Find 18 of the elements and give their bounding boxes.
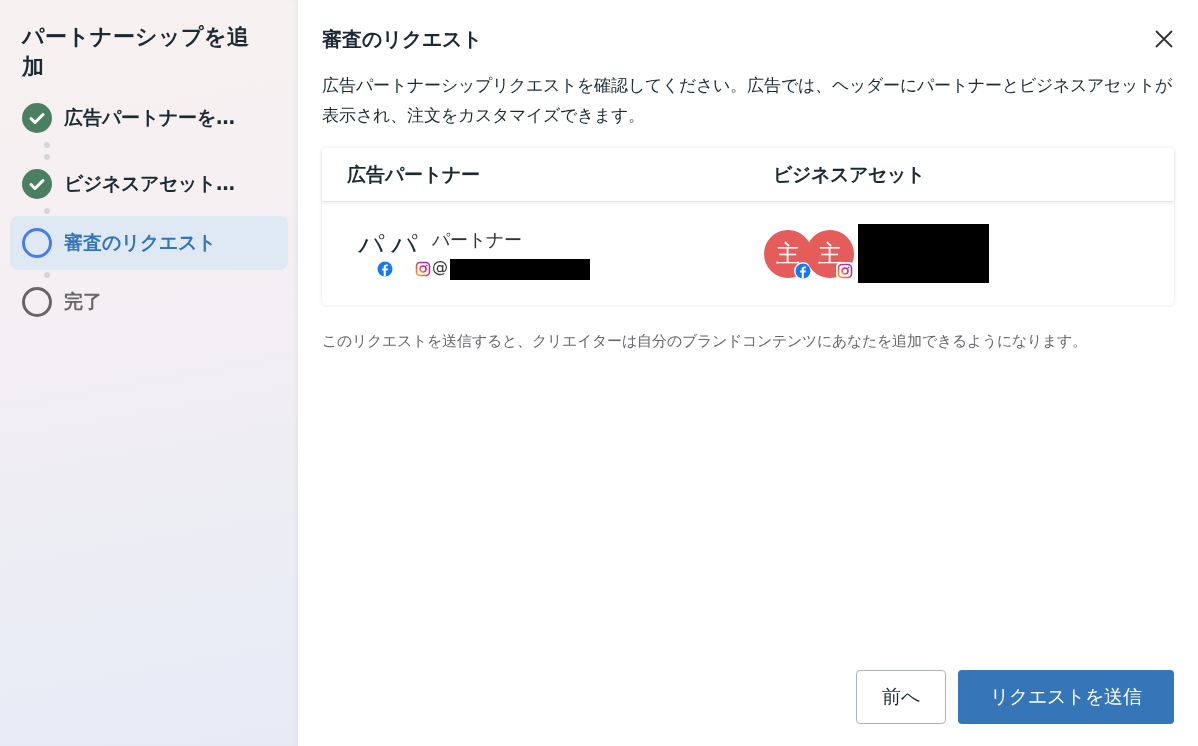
close-button[interactable] <box>1154 29 1174 49</box>
back-button[interactable]: 前へ <box>856 670 946 724</box>
dialog-title: 審査のリクエスト <box>322 25 482 53</box>
facebook-icon <box>376 259 394 278</box>
send-button[interactable]: リクエストを送信 <box>958 670 1174 724</box>
note-text: このリクエストを送信すると、クリエイターは自分のブランドコンテンツにあなたを追加できるようになります。 <box>322 331 1088 352</box>
step-item[interactable]: ビジネスアセット… <box>10 162 288 206</box>
partner-handle: @ <box>432 257 448 276</box>
description-text: 広告パートナーシップリクエストを確認してください。広告では、ヘッダーにパートナーとビジネスアセットが表示され、注文をカスタマイズできます。 <box>322 74 1173 127</box>
avatar-text: パパ <box>358 230 424 257</box>
partner-name: パートナー <box>432 228 523 252</box>
column-header: 広告パートナー <box>346 161 481 187</box>
step-item[interactable]: 完了 <box>10 280 288 324</box>
step-item[interactable]: 審査のリクエスト <box>10 216 288 270</box>
instagram-icon <box>414 259 432 278</box>
column-header: ビジネスアセット <box>772 161 926 187</box>
sidebar-title: パートナーシップを追加 <box>20 23 250 81</box>
step-item[interactable]: 広告パートナーを… <box>10 96 288 140</box>
